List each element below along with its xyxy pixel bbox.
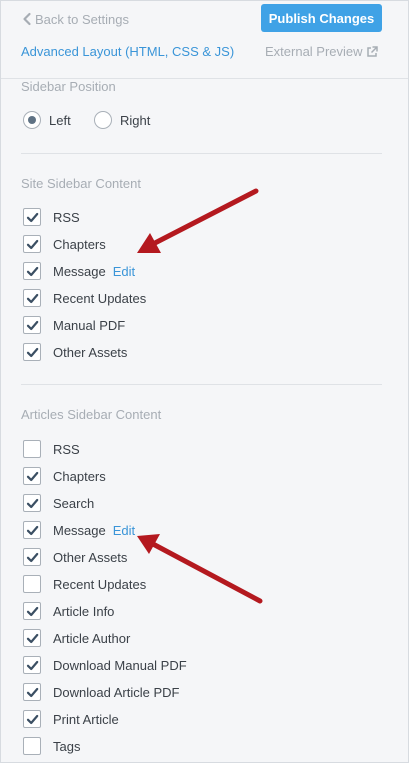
checkbox-row[interactable]: Other Assets bbox=[23, 547, 127, 567]
checkbox-label: Tags bbox=[53, 738, 81, 754]
checkmark-icon bbox=[26, 552, 38, 562]
checkbox[interactable] bbox=[23, 521, 41, 539]
checkbox-row[interactable]: Article Author bbox=[23, 628, 130, 648]
checkbox-label: RSS bbox=[53, 441, 80, 457]
checkbox-row[interactable]: Message Edit bbox=[23, 520, 135, 540]
external-link-icon bbox=[366, 45, 378, 57]
checkbox-label: Recent Updates bbox=[53, 290, 147, 306]
checkbox-row[interactable]: Download Manual PDF bbox=[23, 655, 187, 675]
checkbox-row[interactable]: Chapters bbox=[23, 234, 106, 254]
sidebar-position-title: Sidebar Position bbox=[21, 79, 116, 94]
section-divider bbox=[21, 384, 382, 385]
checkmark-icon bbox=[26, 714, 38, 724]
checkbox-row[interactable]: Search bbox=[23, 493, 94, 513]
checkbox[interactable] bbox=[23, 343, 41, 361]
checkmark-icon bbox=[26, 471, 38, 481]
checkbox-label: Search bbox=[53, 495, 95, 511]
checkbox-label: Print Article bbox=[53, 711, 119, 727]
checkbox[interactable] bbox=[23, 316, 41, 334]
checkbox[interactable] bbox=[23, 683, 41, 701]
checkbox[interactable] bbox=[23, 262, 41, 280]
checkbox[interactable] bbox=[23, 710, 41, 728]
checkbox-label: Other Assets bbox=[53, 344, 128, 360]
checkbox[interactable] bbox=[23, 440, 41, 458]
checkbox-row[interactable]: Download Article PDF bbox=[23, 682, 179, 702]
checkbox-label: Article Info bbox=[53, 603, 115, 619]
chevron-left-icon bbox=[23, 12, 31, 26]
checkbox[interactable] bbox=[23, 208, 41, 226]
checkbox-row[interactable]: Recent Updates bbox=[23, 574, 146, 594]
advanced-layout-link[interactable]: Advanced Layout (HTML, CSS & JS) bbox=[21, 44, 234, 59]
edit-message-link[interactable]: Edit bbox=[113, 523, 135, 538]
checkmark-icon bbox=[26, 239, 38, 249]
checkbox-row[interactable]: Chapters bbox=[23, 466, 106, 486]
checkbox-row[interactable]: Other Assets bbox=[23, 342, 127, 362]
radio-circle bbox=[23, 111, 41, 129]
back-to-settings-link[interactable]: Back to Settings bbox=[21, 9, 129, 29]
publish-changes-button[interactable]: Publish Changes bbox=[261, 4, 382, 32]
checkbox-label: Chapters bbox=[53, 236, 106, 252]
checkbox[interactable] bbox=[23, 548, 41, 566]
checkbox[interactable] bbox=[23, 494, 41, 512]
checkbox-row[interactable]: Manual PDF bbox=[23, 315, 125, 335]
section-divider bbox=[21, 153, 382, 154]
checkbox-label: Recent Updates bbox=[53, 576, 147, 592]
radio-circle bbox=[94, 111, 112, 129]
edit-message-link[interactable]: Edit bbox=[113, 264, 135, 279]
checkbox-label: Message bbox=[53, 522, 106, 538]
checkbox-row[interactable]: RSS bbox=[23, 207, 80, 227]
checkmark-icon bbox=[26, 347, 38, 357]
checkmark-icon bbox=[26, 293, 38, 303]
checkmark-icon bbox=[26, 498, 38, 508]
radio-right[interactable]: Right bbox=[94, 111, 150, 129]
panel-header: Back to Settings Publish Changes Advance… bbox=[1, 1, 408, 79]
external-preview-label: External Preview bbox=[265, 44, 363, 59]
checkbox-label: Message bbox=[53, 263, 106, 279]
radio-right-label: Right bbox=[120, 112, 151, 128]
articles-sidebar-title: Articles Sidebar Content bbox=[21, 407, 162, 422]
checkmark-icon bbox=[26, 320, 38, 330]
checkbox-label: Manual PDF bbox=[53, 317, 126, 333]
checkbox[interactable] bbox=[23, 575, 41, 593]
site-sidebar-title: Site Sidebar Content bbox=[21, 176, 141, 191]
external-preview-link[interactable]: External Preview bbox=[265, 44, 378, 59]
checkbox[interactable] bbox=[23, 737, 41, 755]
checkbox[interactable] bbox=[23, 656, 41, 674]
checkbox-row[interactable]: Print Article bbox=[23, 709, 119, 729]
checkmark-icon bbox=[26, 606, 38, 616]
checkbox-row[interactable]: RSS bbox=[23, 439, 80, 459]
radio-dot bbox=[28, 116, 36, 124]
radio-left-label: Left bbox=[49, 112, 71, 128]
checkbox-label: Article Author bbox=[53, 630, 131, 646]
checkbox-row[interactable]: Article Info bbox=[23, 601, 114, 621]
checkbox-label: Download Article PDF bbox=[53, 684, 180, 700]
checkbox-label: RSS bbox=[53, 209, 80, 225]
checkmark-icon bbox=[26, 687, 38, 697]
checkbox-label: Download Manual PDF bbox=[53, 657, 187, 673]
checkbox-row[interactable]: Message Edit bbox=[23, 261, 135, 281]
checkbox[interactable] bbox=[23, 467, 41, 485]
annotation-arrow bbox=[137, 534, 263, 604]
checkmark-icon bbox=[26, 525, 38, 535]
checkbox-label: Other Assets bbox=[53, 549, 128, 565]
checkbox[interactable] bbox=[23, 602, 41, 620]
checkmark-icon bbox=[26, 212, 38, 222]
radio-left[interactable]: Left bbox=[23, 111, 71, 129]
checkmark-icon bbox=[26, 633, 38, 643]
checkbox-row[interactable]: Recent Updates bbox=[23, 288, 146, 308]
checkbox[interactable] bbox=[23, 289, 41, 307]
settings-panel: Back to Settings Publish Changes Advance… bbox=[0, 0, 409, 763]
checkmark-icon bbox=[26, 660, 38, 670]
checkbox-label: Chapters bbox=[53, 468, 106, 484]
checkmark-icon bbox=[26, 266, 38, 276]
checkbox[interactable] bbox=[23, 629, 41, 647]
annotation-arrow bbox=[137, 188, 259, 253]
checkbox[interactable] bbox=[23, 235, 41, 253]
back-label: Back to Settings bbox=[35, 11, 129, 27]
checkbox-row[interactable]: Tags bbox=[23, 736, 80, 756]
